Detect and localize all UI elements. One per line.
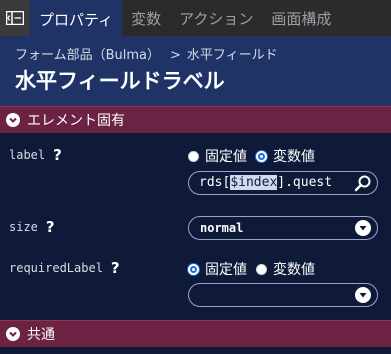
chevron-down-icon bbox=[6, 113, 20, 127]
search-icon bbox=[354, 175, 371, 192]
property-name: size bbox=[9, 220, 38, 234]
size-select[interactable]: normal bbox=[188, 216, 378, 240]
property-size-row: size ? bbox=[9, 218, 55, 236]
label-value-type: 固定値 変数値 bbox=[188, 146, 324, 166]
input-value-suffix: ].quest bbox=[277, 175, 333, 190]
radio-label: 固定値 bbox=[205, 262, 247, 278]
input-value-selection: $index bbox=[230, 175, 278, 190]
radio-fixed-value[interactable]: 固定値 bbox=[188, 146, 247, 166]
chevron-down-icon[interactable] bbox=[355, 220, 371, 236]
panel-collapse-button[interactable] bbox=[0, 0, 30, 36]
radio-label: 変数値 bbox=[273, 149, 315, 165]
radio-button[interactable] bbox=[256, 263, 267, 275]
chevron-down-icon bbox=[6, 327, 20, 341]
input-value-prefix: rds[ bbox=[199, 175, 231, 190]
breadcrumb-separator: > bbox=[170, 48, 181, 63]
select-value: normal bbox=[200, 221, 244, 235]
property-name: requiredLabel bbox=[9, 261, 103, 275]
help-icon[interactable]: ? bbox=[111, 259, 120, 277]
radio-label: 変数値 bbox=[273, 262, 315, 278]
input-value[interactable]: rds[$index].quest bbox=[199, 175, 332, 190]
tab-properties[interactable]: プロパティ bbox=[30, 0, 123, 36]
radio-button[interactable] bbox=[188, 263, 199, 275]
section-common[interactable]: 共通 bbox=[0, 320, 391, 347]
radio-variable-value[interactable]: 変数値 bbox=[256, 259, 315, 279]
property-label-row: label ? bbox=[9, 146, 62, 164]
property-required-label-row: requiredLabel ? bbox=[9, 259, 120, 277]
section-label: エレメント固有 bbox=[27, 113, 125, 129]
radio-fixed-value[interactable]: 固定値 bbox=[188, 259, 247, 279]
section-element-specific[interactable]: エレメント固有 bbox=[0, 106, 391, 133]
component-header: フォーム部品（Bulma） > 水平フィールド 水平フィールドラベル bbox=[0, 36, 391, 106]
panel-collapse-icon bbox=[6, 11, 24, 25]
tab-bar: プロパティ 変数 アクション 画面構成 bbox=[0, 0, 391, 36]
radio-button[interactable] bbox=[188, 150, 199, 162]
tab-actions[interactable]: アクション bbox=[170, 0, 262, 36]
required-label-value-type: 固定値 変数値 bbox=[188, 259, 324, 279]
radio-button[interactable] bbox=[256, 150, 267, 162]
tab-screen-structure[interactable]: 画面構成 bbox=[262, 0, 340, 36]
required-label-select[interactable] bbox=[188, 283, 378, 307]
breadcrumb: フォーム部品（Bulma） > 水平フィールド bbox=[15, 44, 278, 63]
help-icon[interactable]: ? bbox=[53, 146, 62, 164]
tab-variables[interactable]: 変数 bbox=[122, 0, 170, 36]
breadcrumb-current: 水平フィールド bbox=[186, 48, 278, 63]
search-button[interactable] bbox=[354, 174, 372, 192]
page-title: 水平フィールドラベル bbox=[15, 69, 225, 93]
breadcrumb-parent[interactable]: フォーム部品（Bulma） bbox=[15, 48, 160, 63]
help-icon[interactable]: ? bbox=[46, 218, 55, 236]
section-label: 共通 bbox=[27, 327, 55, 343]
label-variable-input[interactable]: rds[$index].quest bbox=[188, 171, 378, 195]
property-name: label bbox=[9, 148, 46, 162]
chevron-down-icon[interactable] bbox=[355, 287, 371, 303]
radio-variable-value[interactable]: 変数値 bbox=[256, 146, 315, 166]
radio-label: 固定値 bbox=[205, 149, 247, 165]
